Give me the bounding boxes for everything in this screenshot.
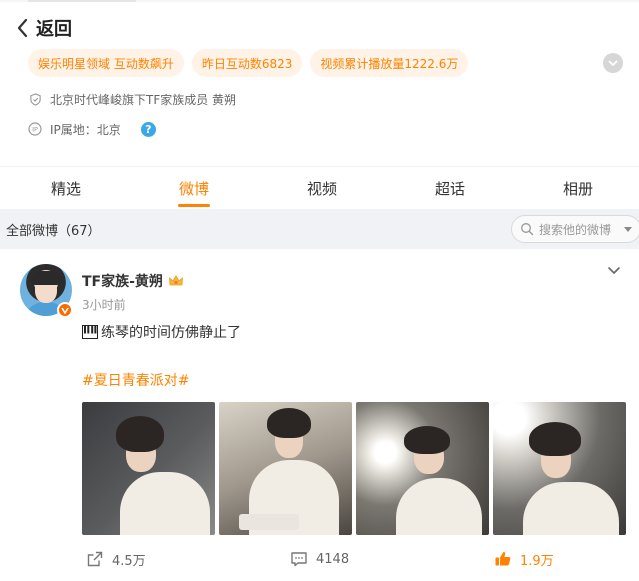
ip-row: IP IP属地：北京 ? <box>28 119 156 139</box>
post-photo-2[interactable] <box>219 402 352 535</box>
tag-video-plays[interactable]: 视频累计播放量1222.6万 <box>310 49 469 77</box>
back-label: 返回 <box>36 19 72 40</box>
post-photo-3[interactable] <box>356 402 489 535</box>
tab-featured[interactable]: 精选 <box>26 167 106 209</box>
search-input[interactable]: 搜索他的微博 <box>511 215 639 243</box>
profile-tabs: 精选 微博 视频 超话 相册 <box>0 167 639 209</box>
post-author[interactable]: TF家族-黄朔 <box>82 271 184 291</box>
shield-icon <box>28 92 42 106</box>
tag-trending[interactable]: 娱乐明星领域 互动数飙升 <box>28 49 184 77</box>
search-icon <box>521 223 534 236</box>
thumbs-up-icon <box>495 552 511 566</box>
tab-album[interactable]: 相册 <box>538 167 618 209</box>
chevron-down-icon <box>608 60 618 66</box>
like-button[interactable]: 1.9万 <box>494 544 554 574</box>
weibo-profile-page: 返回 娱乐明星领域 互动数飙升 昨日互动数6823 视频累计播放量1222.6万… <box>0 0 639 581</box>
post-text: 练琴的时间仿佛静止了 <box>82 322 241 342</box>
ip-location: IP属地：北京 <box>50 122 121 137</box>
post-photo-4[interactable] <box>493 402 626 535</box>
tag-interactions[interactable]: 昨日互动数6823 <box>191 49 303 77</box>
chevron-down-icon[interactable] <box>606 262 622 278</box>
chevron-left-icon <box>17 18 28 38</box>
dropdown-caret-icon[interactable] <box>624 226 632 232</box>
comment-icon <box>291 552 307 567</box>
verification-row: 北京时代峰峻旗下TF家族成员 黄朔 <box>28 89 236 109</box>
post-body: 练琴的时间仿佛静止了 <box>101 325 241 341</box>
comment-button[interactable]: 4148 <box>290 544 349 574</box>
like-count: 1.9万 <box>520 553 554 569</box>
tab-weibo[interactable]: 微博 <box>154 167 234 209</box>
active-tab-indicator <box>178 204 210 207</box>
search-placeholder: 搜索他的微博 <box>539 222 612 237</box>
repost-button[interactable]: 4.5万 <box>86 544 146 574</box>
all-weibo-count[interactable]: 全部微博（67） <box>6 220 101 239</box>
tab-video[interactable]: 视频 <box>282 167 362 209</box>
photo-grid <box>82 402 626 535</box>
verified-badge-icon <box>57 302 73 318</box>
username[interactable]: TF家族-黄朔 <box>82 271 163 291</box>
profile-header: 返回 娱乐明星领域 互动数飙升 昨日互动数6823 视频累计播放量1222.6万… <box>0 0 639 166</box>
weibo-post: TF家族-黄朔 3小时前 练琴的时间仿佛静止了 #夏日青春派对# 4.5万 41… <box>0 249 639 581</box>
share-icon <box>87 551 103 567</box>
hashtag-link[interactable]: #夏日青春派对# <box>82 370 189 390</box>
expand-button[interactable] <box>603 53 623 73</box>
piano-keys <box>239 514 299 530</box>
verification-text: 北京时代峰峻旗下TF家族成员 黄朔 <box>50 92 237 107</box>
piano-emoji-icon <box>82 325 98 339</box>
tab-supertopic[interactable]: 超话 <box>410 167 490 209</box>
post-time[interactable]: 3小时前 <box>82 296 126 313</box>
profile-tags: 娱乐明星领域 互动数飙升 昨日互动数6823 视频累计播放量1222.6万 <box>28 49 469 77</box>
filter-bar: 全部微博（67） 搜索他的微博 <box>0 209 639 249</box>
post-photo-1[interactable] <box>82 402 215 535</box>
crown-icon <box>168 275 183 286</box>
ip-icon: IP <box>28 122 42 136</box>
post-actions: 4.5万 4148 1.9万 <box>0 544 639 574</box>
back-button[interactable]: 返回 <box>14 14 72 42</box>
repost-count: 4.5万 <box>112 553 146 569</box>
help-icon[interactable]: ? <box>140 121 156 137</box>
svg-text:IP: IP <box>32 126 38 134</box>
comment-count: 4148 <box>316 551 350 567</box>
